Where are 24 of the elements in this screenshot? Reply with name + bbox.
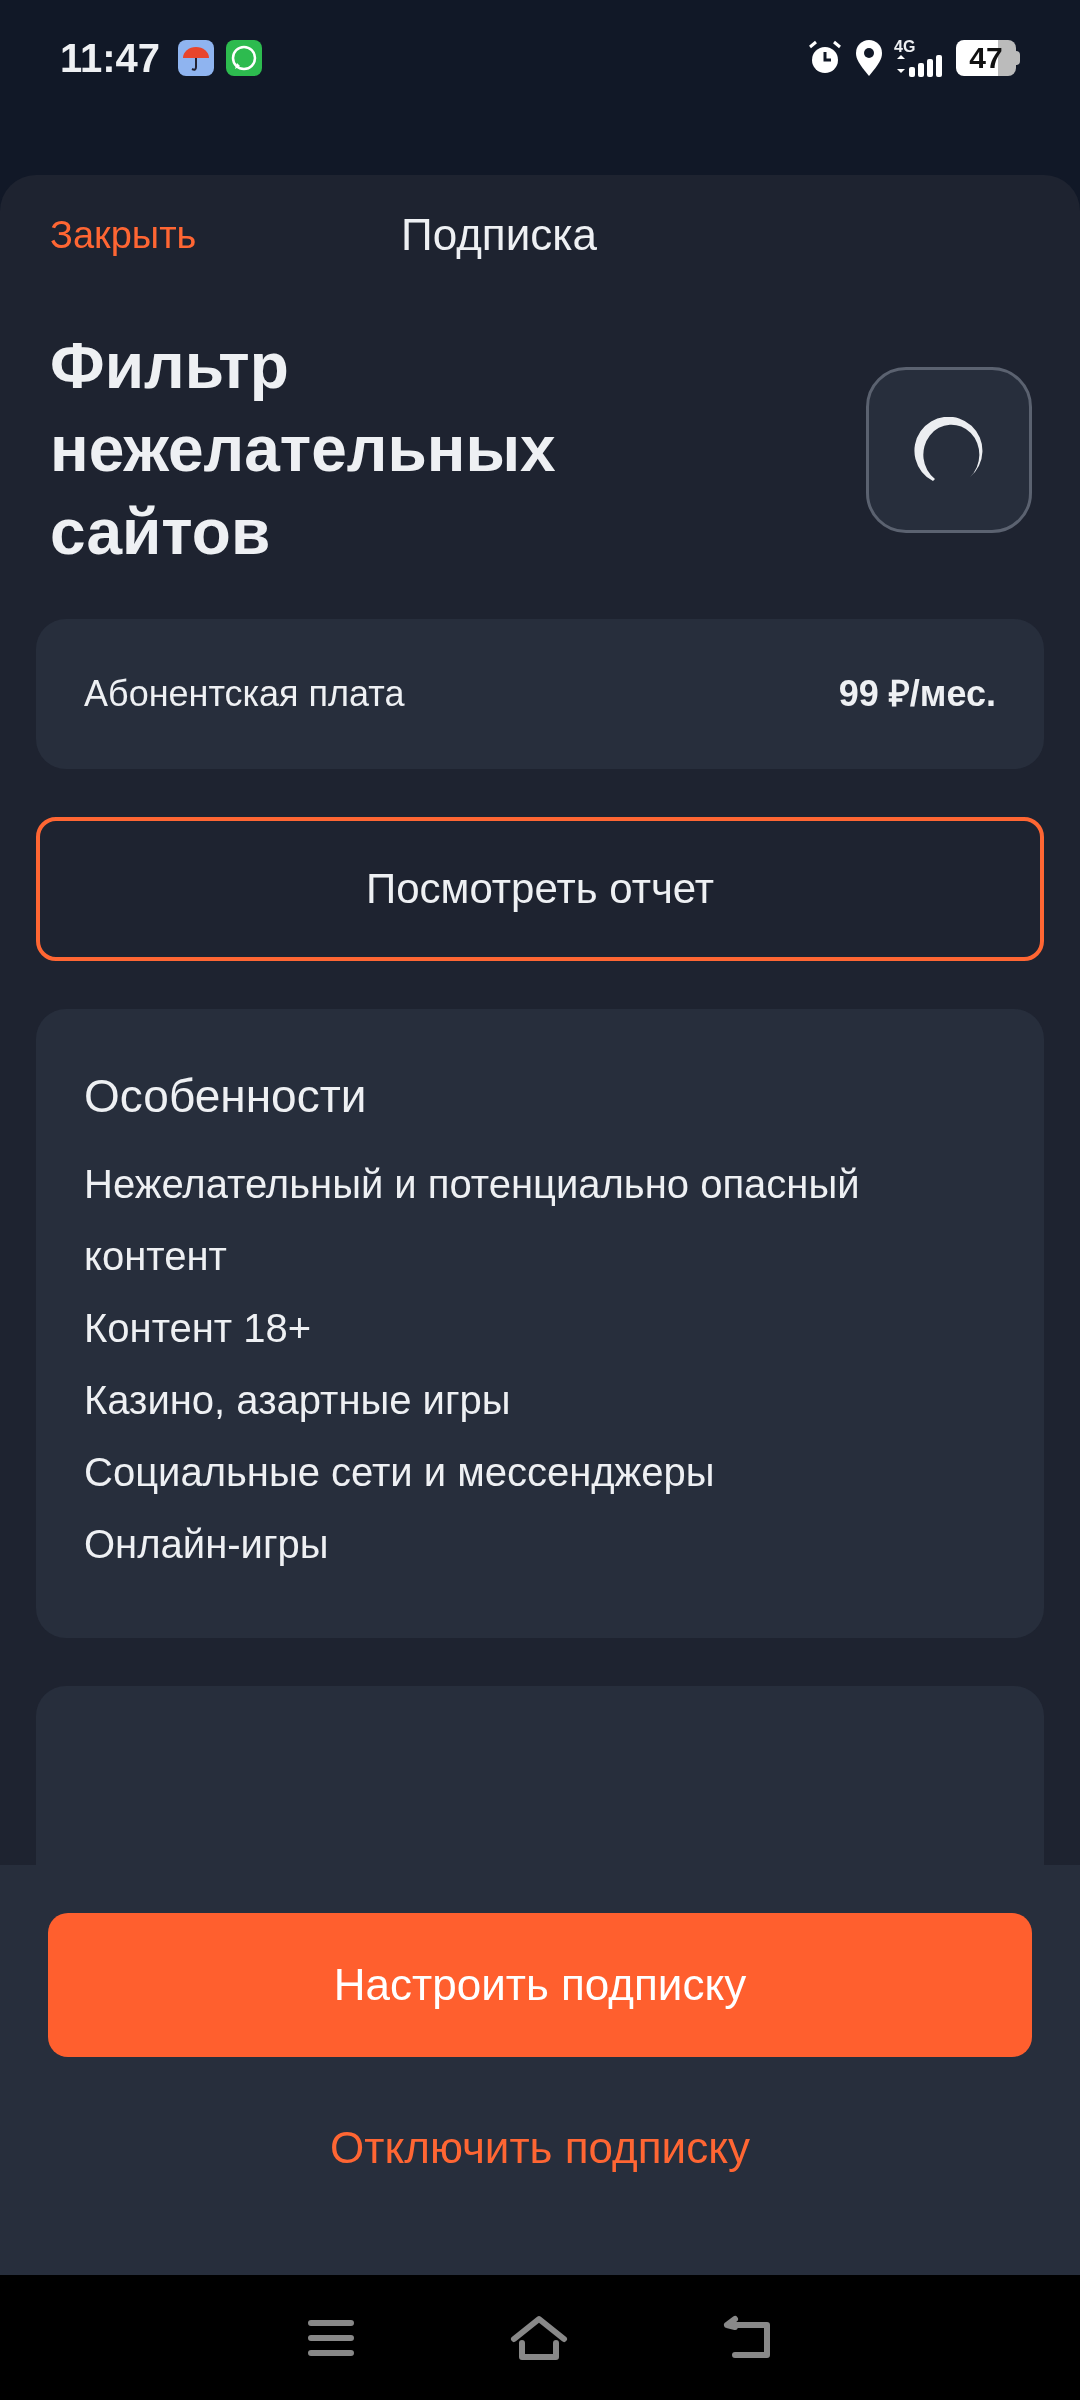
battery-indicator: 47 (956, 39, 1020, 76)
status-time: 11:47 (60, 34, 161, 82)
feature-item: Нежелательный и потенциально опасный контент (84, 1160, 861, 1280)
umbrella-app-icon (178, 39, 215, 76)
network-type: 4G (894, 38, 916, 55)
feature-item: Социальные сети и мессенджеры (84, 1448, 716, 1496)
chat-app-icon (226, 39, 263, 76)
close-link[interactable]: Закрыть (50, 206, 197, 264)
fee-value: 99 ₽/мес. (838, 671, 996, 716)
location-icon (854, 38, 884, 77)
cancel-subscription-link[interactable]: Отключить подписку (330, 2115, 750, 2181)
home-icon[interactable] (510, 2314, 568, 2361)
service-title: Фильтр нежелательных сайтов (50, 329, 557, 571)
features-title: Особенности (84, 1068, 368, 1124)
feature-item: Онлайн-игры (84, 1520, 330, 1568)
menu-icon[interactable] (307, 2318, 356, 2357)
spinner-icon (913, 416, 985, 483)
feature-item: Казино, азартные игры (84, 1376, 512, 1424)
back-icon[interactable] (722, 2314, 773, 2361)
page-title: Подписка (401, 209, 597, 261)
view-report-button[interactable]: Посмотреть отчет (36, 816, 1044, 961)
feature-item: Контент 18+ (84, 1304, 313, 1352)
fee-label: Абонентская плата (84, 671, 405, 716)
configure-subscription-button[interactable]: Настроить подписку (48, 1913, 1032, 2057)
